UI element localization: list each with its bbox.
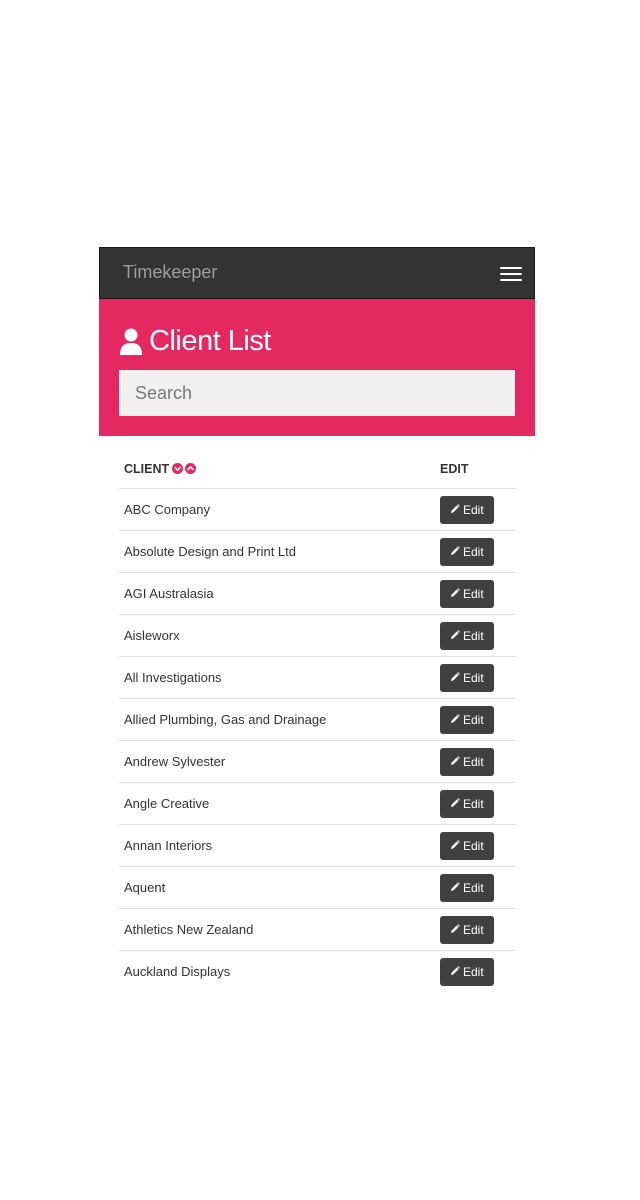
client-table-wrapper: CLIENT EDIT ABC Company Edit Absolute Desi… (99, 436, 535, 992)
pencil-icon (450, 755, 460, 769)
table-row: Absolute Design and Print Ltd Edit (119, 530, 515, 573)
edit-button-label: Edit (463, 628, 484, 643)
pencil-icon (450, 881, 460, 895)
pencil-icon (450, 503, 460, 517)
edit-cell: Edit (435, 866, 515, 909)
edit-cell: Edit (435, 824, 515, 867)
edit-button-label: Edit (463, 502, 484, 517)
table-row: Aquent Edit (119, 866, 515, 909)
page-title: Client List (119, 325, 271, 358)
table-row: AGI Australasia Edit (119, 572, 515, 615)
edit-button[interactable]: Edit (440, 495, 494, 524)
hamburger-menu-icon[interactable] (500, 265, 522, 281)
table-row: Allied Plumbing, Gas and Drainage Edit (119, 698, 515, 741)
edit-button-label: Edit (463, 754, 484, 769)
table-row: Annan Interiors Edit (119, 824, 515, 867)
client-name: Allied Plumbing, Gas and Drainage (119, 698, 435, 741)
client-name: AGI Australasia (119, 572, 435, 615)
edit-cell: Edit (435, 572, 515, 615)
pencil-icon (450, 839, 460, 853)
client-name: Angle Creative (119, 782, 435, 825)
edit-button[interactable]: Edit (440, 873, 494, 902)
header-panel: Client List (99, 299, 535, 436)
table-row: Angle Creative Edit (119, 782, 515, 825)
app-container: Timekeeper Client List CLIENT (99, 247, 535, 992)
edit-cell: Edit (435, 530, 515, 573)
edit-cell: Edit (435, 782, 515, 825)
column-header-client-label[interactable]: CLIENT (124, 462, 169, 476)
client-name: Absolute Design and Print Ltd (119, 530, 435, 573)
edit-button-label: Edit (463, 796, 484, 811)
edit-button[interactable]: Edit (440, 831, 494, 860)
edit-cell: Edit (435, 614, 515, 657)
client-name: Athletics New Zealand (119, 908, 435, 951)
sort-ascending-icon[interactable] (185, 463, 197, 474)
search-input[interactable] (119, 370, 515, 416)
navbar: Timekeeper (99, 247, 535, 299)
client-name: Annan Interiors (119, 824, 435, 867)
edit-button-label: Edit (463, 922, 484, 937)
edit-cell: Edit (435, 656, 515, 699)
pencil-icon (450, 923, 460, 937)
pencil-icon (450, 587, 460, 601)
pencil-icon (450, 545, 460, 559)
table-row: Auckland Displays Edit (119, 951, 515, 993)
edit-button-label: Edit (463, 670, 484, 685)
client-name: ABC Company (119, 488, 435, 531)
column-header-client: CLIENT (119, 450, 435, 489)
client-name: Aisleworx (119, 614, 435, 657)
column-header-edit: EDIT (435, 450, 515, 489)
table-row: Aisleworx Edit (119, 614, 515, 657)
edit-button-label: Edit (463, 544, 484, 559)
edit-button-label: Edit (463, 964, 484, 979)
edit-button[interactable]: Edit (440, 621, 494, 650)
client-name: Aquent (119, 866, 435, 909)
table-header-row: CLIENT EDIT (119, 450, 515, 489)
brand[interactable]: Timekeeper (123, 262, 217, 283)
edit-cell: Edit (435, 951, 515, 993)
sort-descending-icon[interactable] (172, 463, 184, 474)
edit-button-label: Edit (463, 880, 484, 895)
edit-cell: Edit (435, 908, 515, 951)
client-table: CLIENT EDIT ABC Company Edit Absolute Desi… (119, 450, 515, 992)
pencil-icon (450, 797, 460, 811)
pencil-icon (450, 965, 460, 979)
client-name: Andrew Sylvester (119, 740, 435, 783)
edit-button[interactable]: Edit (440, 663, 494, 692)
pencil-icon (450, 671, 460, 685)
edit-button-label: Edit (463, 838, 484, 853)
edit-button[interactable]: Edit (440, 747, 494, 776)
client-name: All Investigations (119, 656, 435, 699)
table-row: ABC Company Edit (119, 488, 515, 531)
pencil-icon (450, 629, 460, 643)
edit-cell: Edit (435, 488, 515, 531)
edit-button-label: Edit (463, 712, 484, 727)
edit-cell: Edit (435, 740, 515, 783)
edit-button[interactable]: Edit (440, 579, 494, 608)
page-title-text: Client List (149, 325, 271, 357)
user-icon (119, 328, 143, 356)
edit-button[interactable]: Edit (440, 915, 494, 944)
table-row: All Investigations Edit (119, 656, 515, 699)
edit-button[interactable]: Edit (440, 705, 494, 734)
edit-button[interactable]: Edit (440, 537, 494, 566)
edit-cell: Edit (435, 698, 515, 741)
edit-button[interactable]: Edit (440, 957, 494, 986)
client-name: Auckland Displays (124, 964, 231, 979)
table-row: Andrew Sylvester Edit (119, 740, 515, 783)
edit-button-label: Edit (463, 586, 484, 601)
client-rows: ABC Company Edit Absolute Design and Print… (119, 488, 515, 993)
pencil-icon (450, 713, 460, 727)
edit-button[interactable]: Edit (440, 789, 494, 818)
table-row: Athletics New Zealand Edit (119, 908, 515, 951)
